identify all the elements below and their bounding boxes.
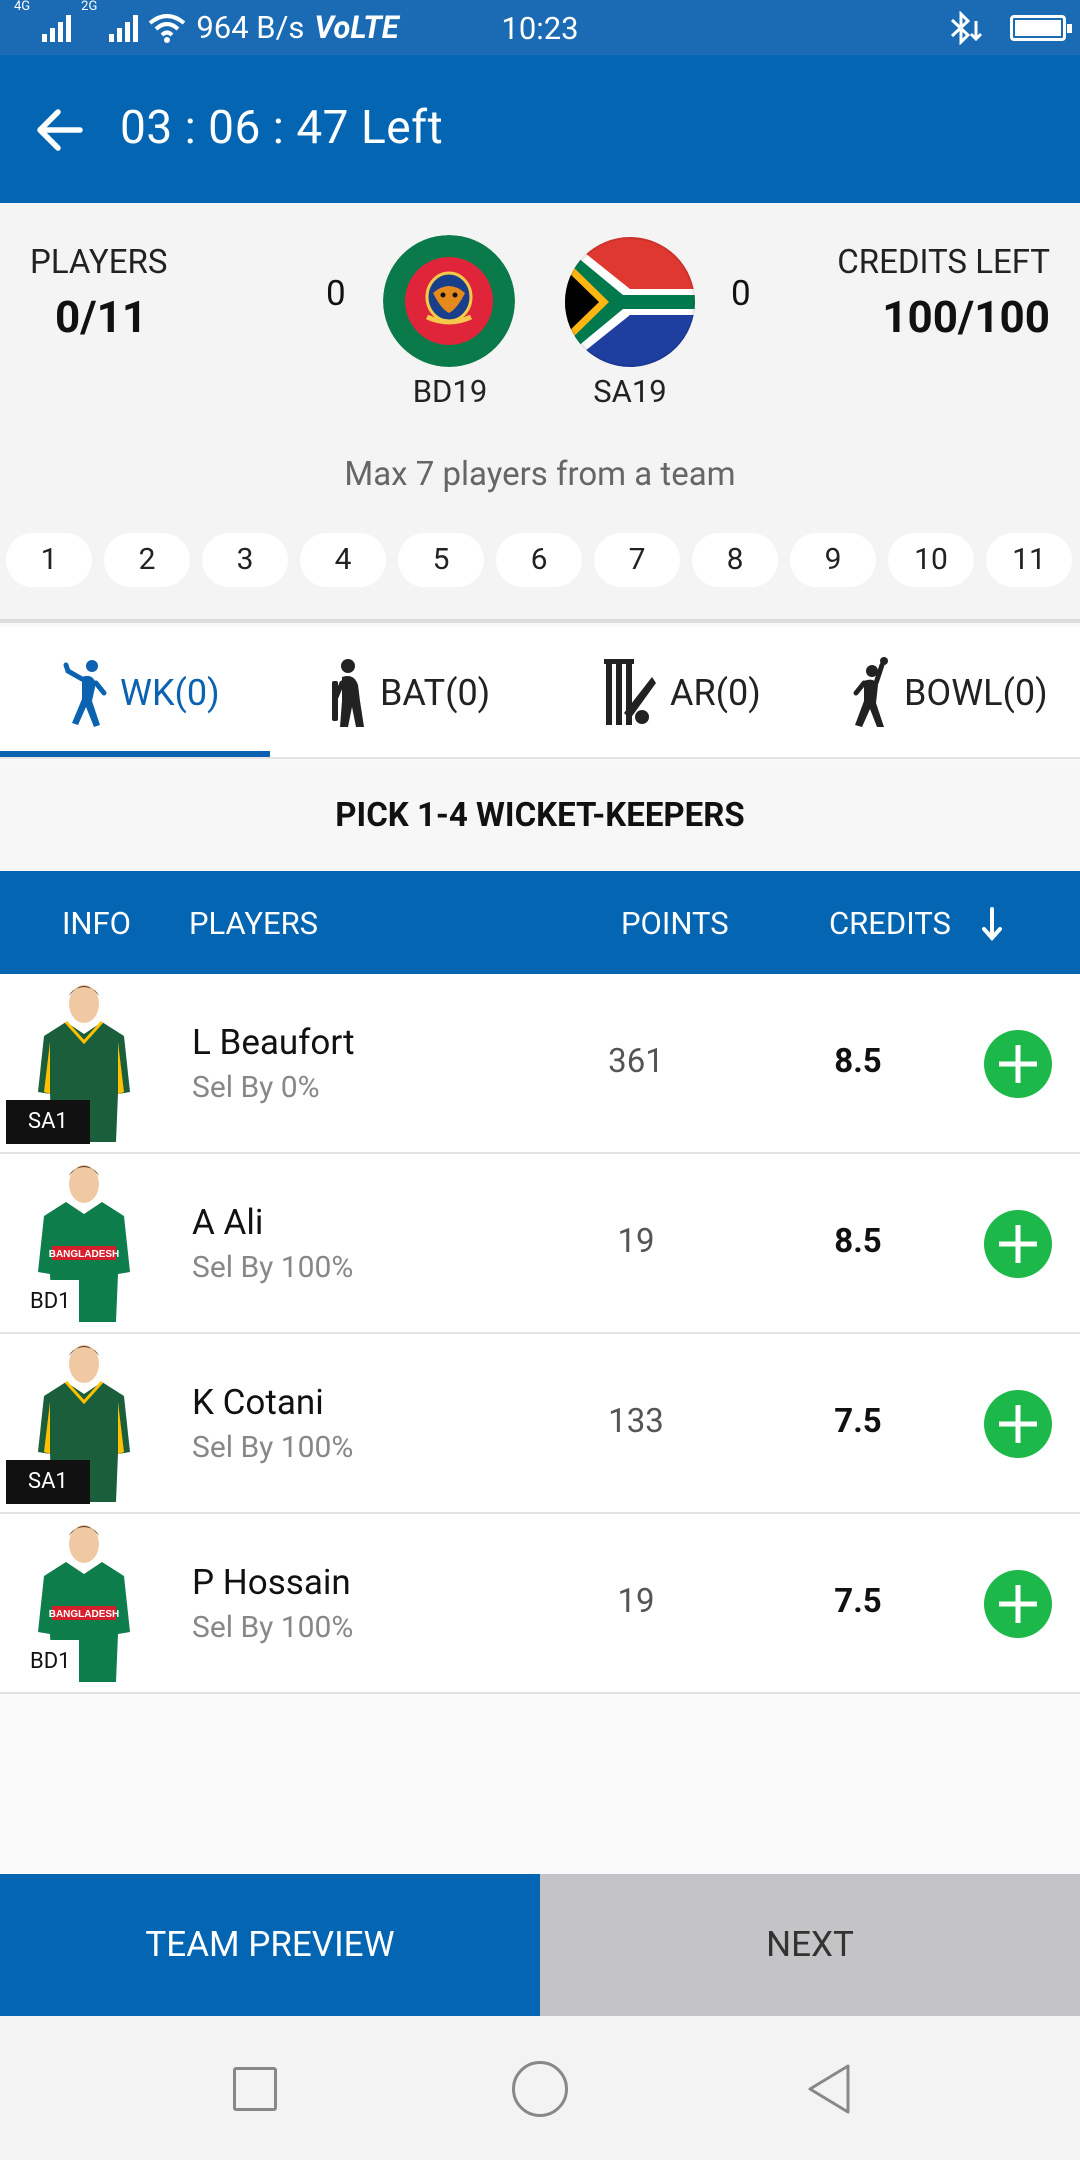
- recents-icon[interactable]: [233, 2067, 277, 2111]
- slot-1: 1: [6, 533, 92, 587]
- player-credits: 7.5: [834, 1582, 882, 1621]
- add-player-button[interactable]: [984, 1030, 1052, 1098]
- jersey-text: BANGLADESH: [49, 1249, 120, 1260]
- allrounder-icon: [604, 659, 656, 725]
- jersey-text: BANGLADESH: [49, 1609, 120, 1620]
- countdown-timer: 03 : 06 : 47 Left: [120, 101, 444, 155]
- table-row[interactable]: SA1 K Cotani Sel By 100% 133 7.5: [0, 1334, 1080, 1514]
- player-name: A Ali: [192, 1202, 264, 1243]
- credits-value: 100/100: [882, 291, 1050, 343]
- selected-by: Sel By 0%: [192, 1070, 320, 1105]
- team-tag: SA1: [6, 1460, 90, 1504]
- app-bar: 03 : 06 : 47 Left: [0, 55, 1080, 203]
- team-tag: BD1: [22, 1640, 79, 1684]
- back-icon[interactable]: [804, 2062, 854, 2116]
- player-name: L Beaufort: [192, 1022, 355, 1063]
- slot-9: 9: [790, 533, 876, 587]
- credits-label: CREDITS LEFT: [837, 243, 1050, 282]
- header-players[interactable]: PLAYERS: [189, 905, 318, 942]
- tab-bowl-label: BOWL(0): [904, 672, 1048, 714]
- tab-wk[interactable]: WK(0): [62, 627, 220, 759]
- slot-2: 2: [104, 533, 190, 587]
- table-row[interactable]: BANGLADESH BD1 A Ali Sel By 100% 19 8.5: [0, 1154, 1080, 1334]
- bangladesh-flag-icon: [383, 235, 515, 367]
- team-tag: BD1: [22, 1280, 79, 1324]
- team-tag: SA1: [6, 1100, 90, 1144]
- slot-10: 10: [888, 533, 974, 587]
- team-summary: PLAYERS 0/11 CREDITS LEFT 100/100 0 0 BD…: [0, 203, 1080, 623]
- add-player-button[interactable]: [984, 1570, 1052, 1638]
- player-credits: 8.5: [834, 1222, 882, 1261]
- player-points: 361: [608, 1042, 664, 1081]
- home-icon[interactable]: [512, 2061, 568, 2117]
- slot-11: 11: [986, 533, 1072, 587]
- player-credits: 8.5: [834, 1042, 882, 1081]
- batsman-icon: [332, 659, 364, 727]
- table-row[interactable]: BANGLADESH BD1 P Hossain Sel By 100% 19 …: [0, 1514, 1080, 1694]
- team-preview-button[interactable]: TEAM PREVIEW: [0, 1874, 540, 2016]
- selected-by: Sel By 100%: [192, 1250, 354, 1285]
- tab-bat-label: BAT(0): [380, 672, 491, 714]
- bowler-icon: [853, 657, 888, 727]
- player-slots: 1 2 3 4 5 6 7 8 9 10 11: [6, 533, 1072, 587]
- tab-ar-label: AR(0): [670, 672, 761, 714]
- player-name: P Hossain: [192, 1562, 351, 1603]
- players-label: PLAYERS: [30, 243, 168, 282]
- header-credits[interactable]: CREDITS: [829, 905, 951, 942]
- slot-5: 5: [398, 533, 484, 587]
- south-africa-flag-icon: [565, 237, 695, 367]
- sort-down-arrow-icon[interactable]: [982, 907, 1002, 941]
- slot-4: 4: [300, 533, 386, 587]
- tab-wk-label: WK(0): [120, 672, 220, 714]
- add-player-button[interactable]: [984, 1390, 1052, 1458]
- selected-by: Sel By 100%: [192, 1610, 354, 1645]
- slot-6: 6: [496, 533, 582, 587]
- bottom-actions: TEAM PREVIEW NEXT: [0, 1874, 1080, 2016]
- clock: 10:23: [501, 10, 579, 47]
- team2-name: SA19: [593, 373, 667, 410]
- player-points: 19: [617, 1222, 655, 1261]
- slot-7: 7: [594, 533, 680, 587]
- wicketkeeper-icon: [63, 660, 107, 727]
- tab-ar[interactable]: AR(0): [602, 627, 761, 759]
- status-right: [946, 0, 1072, 55]
- active-tab-indicator: [0, 751, 270, 757]
- team1-count: 0: [326, 273, 346, 314]
- table-row[interactable]: SA1 L Beaufort Sel By 0% 361 8.5: [0, 974, 1080, 1154]
- player-credits: 7.5: [834, 1402, 882, 1441]
- add-player-button[interactable]: [984, 1210, 1052, 1278]
- tab-bat[interactable]: BAT(0): [328, 627, 490, 759]
- tab-bowl[interactable]: BOWL(0): [848, 627, 1048, 759]
- role-tabs: WK(0) BAT(0) AR(0) BOWL(0): [0, 627, 1080, 759]
- system-nav-bar: [0, 2016, 1080, 2160]
- team2-count: 0: [731, 273, 751, 314]
- table-header: INFO PLAYERS POINTS CREDITS: [0, 871, 1080, 974]
- status-bar: 4G 2G 964 B/s VoLTE 10:23: [0, 0, 1080, 55]
- pick-hint: PICK 1-4 WICKET-KEEPERS: [0, 761, 1080, 871]
- player-name: K Cotani: [192, 1382, 324, 1423]
- max-players-note: Max 7 players from a team: [344, 455, 736, 494]
- header-info: INFO: [62, 905, 132, 942]
- selected-by: Sel By 100%: [192, 1430, 354, 1465]
- back-arrow-icon[interactable]: [32, 103, 86, 157]
- slot-8: 8: [692, 533, 778, 587]
- header-points[interactable]: POINTS: [621, 905, 729, 942]
- slot-3: 3: [202, 533, 288, 587]
- next-button[interactable]: NEXT: [540, 1874, 1080, 2016]
- bluetooth-icon: [950, 10, 983, 45]
- battery-icon: [1010, 14, 1072, 41]
- players-count: 0/11: [55, 291, 148, 343]
- player-points: 133: [608, 1402, 664, 1441]
- player-points: 19: [617, 1582, 655, 1621]
- team1-name: BD19: [412, 373, 488, 410]
